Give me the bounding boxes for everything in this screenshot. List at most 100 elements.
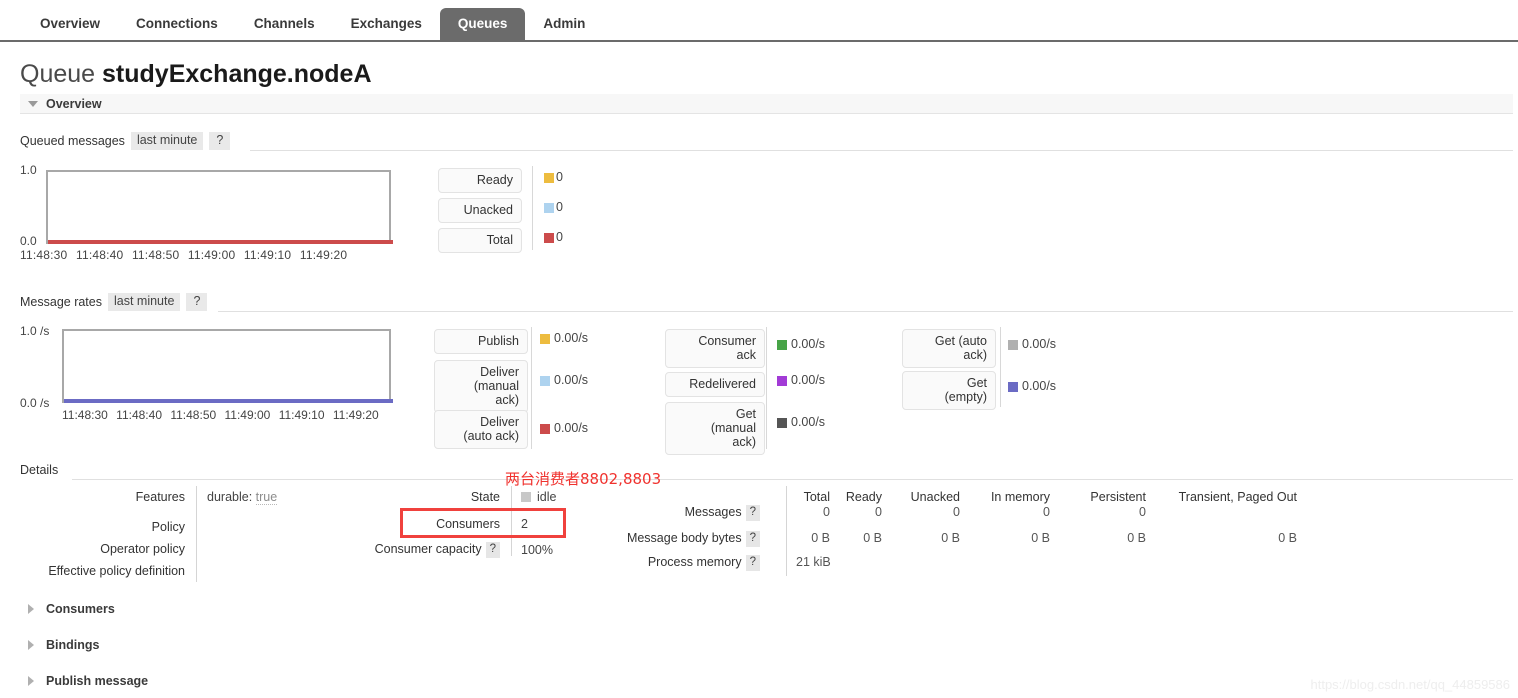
nav-tab-queues[interactable]: Queues bbox=[439, 8, 526, 40]
message-rates-col1-button-2[interactable]: Deliver (auto ack) bbox=[434, 410, 528, 449]
details-cell-0-3: 0 bbox=[1043, 505, 1050, 519]
page-title: Queue studyExchange.nodeA bbox=[20, 60, 372, 89]
message-rates-col1-value-1: 0.00/s bbox=[554, 373, 589, 387]
details-cell-0-2: 0 bbox=[953, 505, 960, 519]
details-column-header-0: Total bbox=[803, 490, 830, 504]
details-label-consumer-capacity: Consumer capacity? bbox=[330, 542, 500, 558]
nav-tab-channels[interactable]: Channels bbox=[236, 8, 333, 40]
collapsed-section-bindings[interactable]: Bindings bbox=[28, 638, 99, 652]
details-row-label-2: Process memory? bbox=[560, 555, 760, 571]
message-rates-col3-button-1[interactable]: Get (empty) bbox=[902, 371, 996, 410]
message-rates-help-icon[interactable]: ? bbox=[186, 293, 208, 311]
watermark: https://blog.csdn.net/qq_44859586 bbox=[1310, 677, 1511, 692]
details-cell-0-1: 0 bbox=[875, 505, 882, 519]
message-rates-col1-button-0[interactable]: Publish bbox=[434, 329, 528, 354]
queued-messages-xticks: 11:48:30 11:48:40 11:48:50 11:49:00 11:4… bbox=[20, 248, 347, 262]
nav-tab-admin[interactable]: Admin bbox=[525, 8, 603, 40]
message-rates-col2-button-1[interactable]: Redelivered bbox=[665, 372, 765, 397]
message-rates-col2-button-0[interactable]: Consumer ack bbox=[665, 329, 765, 368]
message-rates-col1-swatch-1 bbox=[540, 376, 550, 386]
annotation-text: 两台消费者8802,8803 bbox=[505, 470, 662, 488]
message-rates-col2-button-2[interactable]: Get (manual ack) bbox=[665, 402, 765, 455]
message-rates-col3-swatch-0 bbox=[1008, 340, 1018, 350]
details-title: Details bbox=[20, 463, 59, 477]
details-consumers-value: 2 bbox=[521, 517, 528, 531]
details-state-divider bbox=[511, 486, 512, 556]
nav-tab-overview[interactable]: Overview bbox=[22, 8, 118, 40]
details-row-label-text-2: Process memory bbox=[647, 555, 742, 569]
details-label-operator-policy: Operator policy bbox=[100, 542, 185, 556]
details-column-header-2: Unacked bbox=[910, 490, 960, 504]
queued-messages-legend-swatch-0 bbox=[544, 173, 554, 183]
message-rates-col1-swatch-0 bbox=[540, 334, 550, 344]
details-column-header-1: Ready bbox=[845, 490, 882, 504]
queued-messages-legend-button-2[interactable]: Total bbox=[438, 228, 522, 253]
details-cell-2-0: 21 kiB bbox=[796, 555, 831, 569]
chevron-right-icon bbox=[28, 640, 34, 650]
message-rates-col2-value-2: 0.00/s bbox=[791, 415, 826, 429]
top-navigation-bar: Overview Connections Channels Exchanges Queu… bbox=[0, 0, 1518, 42]
details-cell-1-5: 0 B bbox=[1278, 531, 1297, 545]
queued-messages-ytick-min: 0.0 bbox=[20, 234, 37, 248]
queued-messages-chart bbox=[46, 170, 393, 244]
details-row-help-icon-0[interactable]: ? bbox=[745, 505, 760, 521]
queued-messages-title: Queued messages bbox=[20, 134, 125, 148]
xtick: 11:49:10 bbox=[243, 248, 292, 262]
details-divider bbox=[72, 479, 1513, 480]
queued-messages-ytick-max: 1.0 bbox=[20, 163, 37, 177]
details-left-divider bbox=[196, 486, 197, 582]
message-rates-col1-value-0: 0.00/s bbox=[554, 331, 589, 345]
queued-messages-help-icon[interactable]: ? bbox=[209, 132, 231, 150]
details-label-consumers: Consumers bbox=[436, 517, 500, 531]
details-cell-0-4: 0 bbox=[1139, 505, 1146, 519]
xtick: 11:48:50 bbox=[131, 248, 180, 262]
message-rates-xticks: 11:48:30 11:48:40 11:48:50 11:49:00 11:4… bbox=[62, 408, 379, 422]
consumer-capacity-help-icon[interactable]: ? bbox=[485, 542, 500, 558]
message-rates-col2-value-1: 0.00/s bbox=[791, 373, 826, 387]
message-rates-col2-swatch-2 bbox=[777, 418, 787, 428]
message-rates-col2-value-0: 0.00/s bbox=[791, 337, 826, 351]
xtick: 11:49:20 bbox=[332, 408, 379, 422]
queued-messages-header: Queued messages last minute ? bbox=[20, 132, 231, 150]
chevron-right-icon bbox=[28, 676, 34, 686]
details-row-help-icon-2[interactable]: ? bbox=[745, 555, 760, 571]
details-row-label-1: Message body bytes? bbox=[560, 531, 760, 547]
queued-messages-legend-value-1: 0 bbox=[556, 200, 563, 214]
queued-messages-divider bbox=[250, 150, 1513, 151]
message-rates-baseline bbox=[64, 399, 393, 403]
message-rates-ytick-max: 1.0 /s bbox=[20, 324, 50, 338]
details-label-state: State bbox=[470, 490, 500, 504]
details-label-features: Features bbox=[135, 490, 185, 504]
message-rates-col2-swatch-0 bbox=[777, 340, 787, 350]
details-header: Details bbox=[20, 461, 58, 479]
message-rates-col1-button-1[interactable]: Deliver (manual ack) bbox=[434, 360, 528, 413]
details-cell-1-4: 0 B bbox=[1127, 531, 1146, 545]
details-row-help-icon-1[interactable]: ? bbox=[745, 531, 760, 547]
queued-messages-legend-value-2: 0 bbox=[556, 230, 563, 244]
details-cell-1-3: 0 B bbox=[1031, 531, 1050, 545]
details-label-effective-policy-definition: Effective policy definition bbox=[48, 564, 185, 578]
collapsed-section-publish-message[interactable]: Publish message bbox=[28, 674, 148, 688]
collapsed-section-label-0: Consumers bbox=[46, 602, 115, 616]
features-value: true bbox=[255, 490, 278, 505]
xtick: 11:48:30 bbox=[62, 408, 108, 422]
message-rates-ytick-min: 0.0 /s bbox=[20, 396, 50, 410]
details-cell-0-0: 0 bbox=[823, 505, 830, 519]
queued-messages-period-chip[interactable]: last minute bbox=[130, 132, 204, 150]
message-rates-col2-separator bbox=[766, 327, 767, 449]
details-cell-1-1: 0 B bbox=[863, 531, 882, 545]
collapsed-section-consumers[interactable]: Consumers bbox=[28, 602, 115, 616]
message-rates-period-chip[interactable]: last minute bbox=[107, 293, 181, 311]
queued-messages-legend-button-1[interactable]: Unacked bbox=[438, 198, 522, 223]
xtick: 11:49:10 bbox=[278, 408, 325, 422]
queued-messages-legend-button-0[interactable]: Ready bbox=[438, 168, 522, 193]
details-column-header-3: In memory bbox=[990, 490, 1050, 504]
state-value-text: idle bbox=[537, 490, 557, 504]
message-rates-col3-button-0[interactable]: Get (auto ack) bbox=[902, 329, 996, 368]
nav-tab-list: Overview Connections Channels Exchanges Queu… bbox=[22, 8, 603, 40]
page-title-prefix: Queue bbox=[20, 60, 96, 88]
nav-tab-exchanges[interactable]: Exchanges bbox=[333, 8, 440, 40]
xtick: 11:48:40 bbox=[75, 248, 124, 262]
overview-section-header[interactable]: Overview bbox=[20, 94, 1513, 114]
nav-tab-connections[interactable]: Connections bbox=[118, 8, 236, 40]
